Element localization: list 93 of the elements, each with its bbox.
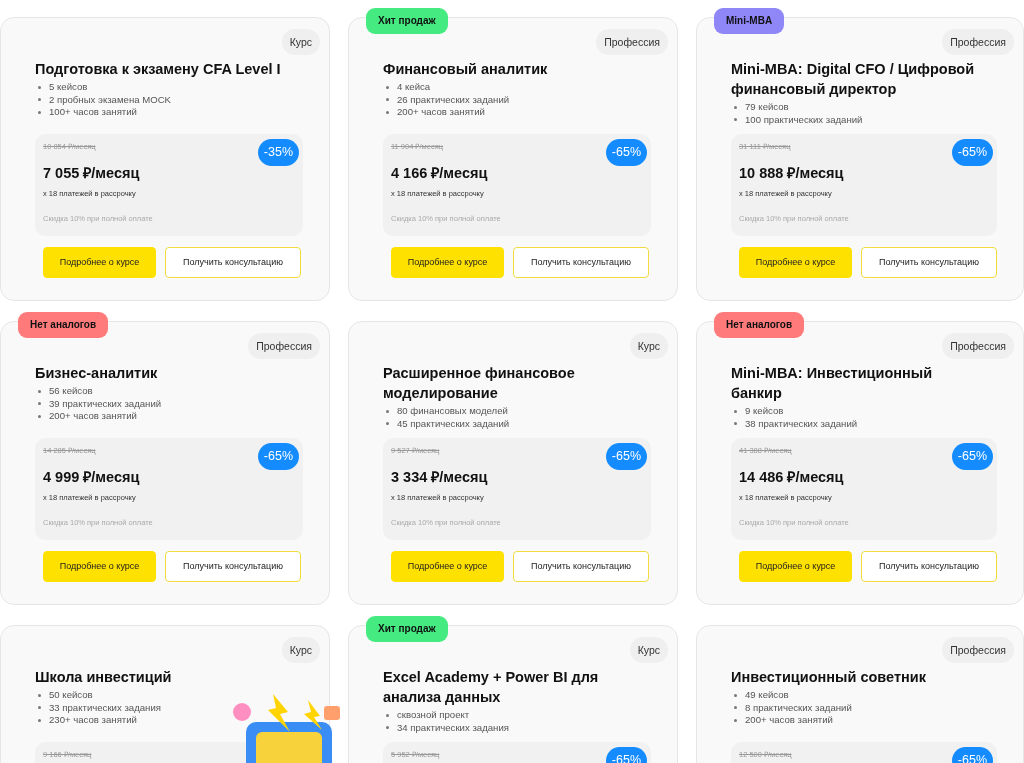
bullet-icon (38, 111, 41, 114)
bullet-icon (38, 693, 41, 697)
feature-item: 200+ часов занятий (397, 106, 485, 119)
consultation-button[interactable]: Получить консультацию (165, 247, 301, 278)
bullet-icon (386, 409, 389, 413)
feature-item: 9 кейсов (745, 405, 784, 418)
bullet-icon (734, 409, 737, 413)
course-type-tag: Курс (281, 637, 320, 663)
discount-label: -65% (605, 443, 647, 470)
course-type-tag: Профессия (942, 637, 1014, 663)
discount-label: -65% (951, 139, 993, 166)
course-title: Финансовый аналитик (383, 60, 549, 79)
course-title: Mini-MBA: Digital CFO / Цифровой финансовый директор (731, 60, 976, 99)
bullet-icon (734, 422, 737, 426)
feature-item: 26 практических заданий (397, 93, 510, 107)
course-title: Mini-MBA: Инвестиционный банкир (731, 364, 934, 403)
feature-item: 80 финансовых моделей (397, 405, 508, 418)
feature-item: 39 практических заданий (49, 397, 162, 411)
bullet-icon (734, 719, 737, 722)
feature-item: 34 практических задания (397, 721, 509, 735)
current-price: 14 486 ₽/месяц (739, 468, 845, 486)
feature-item: 45 практических заданий (397, 417, 510, 431)
bullet-icon (38, 706, 41, 710)
details-button[interactable]: Подробнее о курсе (391, 551, 504, 582)
course-type-tag: Профессия (942, 29, 1014, 55)
discount-label: -65% (951, 443, 993, 470)
course-title: Инвестиционный советник (731, 668, 927, 687)
bullet-icon (38, 389, 41, 393)
discount-label: -35% (257, 139, 299, 166)
details-button[interactable]: Подробнее о курсе (391, 247, 504, 278)
course-title: Расширенное финансовое моделирование (383, 364, 576, 403)
feature-item: 200+ часов занятий (745, 714, 833, 727)
feature-item: 2 пробных экзамена MOCK (49, 93, 171, 107)
badge-label: Mini-MBA (714, 8, 785, 34)
feature-item: 100 практических заданий (745, 113, 863, 127)
bullet-icon (38, 415, 41, 418)
course-title: Excel Academy + Power BI для анализа данных (383, 668, 600, 707)
badge-label: Нет аналогов (18, 312, 109, 338)
consultation-button[interactable]: Получить консультацию (861, 551, 997, 582)
feature-item: 33 практических задания (49, 701, 161, 715)
bullet-icon (734, 693, 737, 697)
current-price: 4 166 ₽/месяц (391, 164, 489, 182)
consultation-button[interactable]: Получить консультацию (165, 551, 301, 582)
current-price: 3 334 ₽/месяц (391, 468, 489, 486)
bullet-icon (38, 98, 41, 102)
course-type-tag: Курс (281, 29, 320, 55)
course-type-tag: Курс (629, 333, 668, 359)
feature-item: 200+ часов занятий (49, 410, 137, 423)
feature-item: 38 практических заданий (745, 417, 858, 431)
course-type-tag: Профессия (942, 333, 1014, 359)
bullet-icon (38, 719, 41, 722)
current-price: 7 055 ₽/месяц (43, 164, 141, 182)
feature-item: сквозной проект (397, 709, 470, 722)
details-button[interactable]: Подробнее о курсе (43, 247, 156, 278)
bullet-icon (38, 402, 41, 406)
bullet-icon (386, 422, 389, 426)
course-title: Подготовка к экзамену CFA Level I (35, 60, 282, 79)
consultation-button[interactable]: Получить консультацию (513, 551, 649, 582)
bullet-icon (38, 85, 41, 89)
course-type-tag: Профессия (596, 29, 668, 55)
bullet-icon (386, 713, 389, 717)
bullet-icon (734, 118, 737, 122)
feature-item: 79 кейсов (745, 101, 789, 114)
bullet-icon (386, 85, 389, 89)
details-button[interactable]: Подробнее о курсе (43, 551, 156, 582)
badge-label: Хит продаж (366, 616, 448, 642)
current-price: 10 888 ₽/месяц (739, 164, 845, 182)
consultation-button[interactable]: Получить консультацию (861, 247, 997, 278)
feature-item: 100+ часов занятий (49, 106, 137, 119)
discount-label: -65% (257, 443, 299, 470)
feature-item: 4 кейса (397, 81, 431, 94)
feature-item: 5 кейсов (49, 81, 88, 94)
bullet-icon (386, 98, 389, 102)
current-price: 4 999 ₽/месяц (43, 468, 141, 486)
bullet-icon (386, 726, 389, 730)
course-title: Бизнес-аналитик (35, 364, 159, 383)
course-type-tag: Профессия (248, 333, 320, 359)
bullet-icon (734, 706, 737, 710)
badge-label: Хит продаж (366, 8, 448, 34)
feature-item: 230+ часов занятий (49, 714, 137, 727)
details-button[interactable]: Подробнее о курсе (739, 551, 852, 582)
consultation-button[interactable]: Получить консультацию (513, 247, 649, 278)
details-button[interactable]: Подробнее о курсе (739, 247, 852, 278)
course-title: Школа инвестиций (35, 668, 173, 687)
discount-label: -65% (605, 139, 647, 166)
feature-item: 49 кейсов (745, 689, 789, 702)
bullet-icon (734, 105, 737, 109)
feature-item: 50 кейсов (49, 689, 93, 702)
course-type-tag: Курс (629, 637, 668, 663)
feature-item: 56 кейсов (49, 385, 93, 398)
badge-label: Нет аналогов (714, 312, 805, 338)
bullet-icon (386, 111, 389, 114)
feature-item: 8 практических заданий (745, 701, 852, 715)
